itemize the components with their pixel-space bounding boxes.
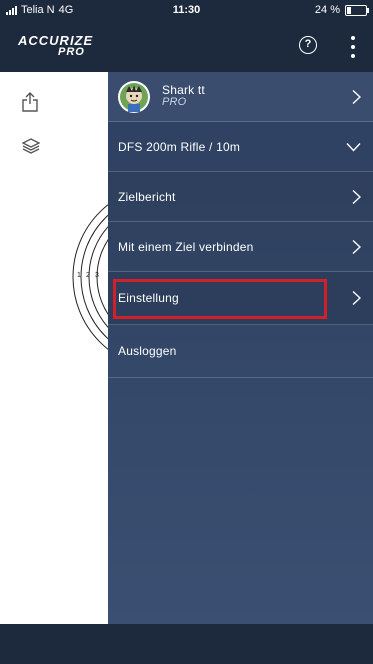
profile-tier: PRO — [162, 96, 187, 109]
menu-item-zielbericht[interactable]: Zielbericht — [108, 172, 373, 222]
chevron-right-icon — [352, 189, 361, 204]
menu-item-label: Mit einem Ziel verbinden — [118, 239, 254, 254]
chevron-right-icon — [352, 239, 361, 254]
target-rings: 1 2 3 — [72, 204, 108, 350]
side-drawer: Shark tt PRO DFS 200m Rifle / 10m Zielbe… — [108, 72, 373, 624]
discipline-label: DFS 200m Rifle / 10m — [118, 139, 241, 154]
bottom-bar — [0, 624, 373, 664]
ring-label-3: 3 — [95, 272, 99, 279]
menu-item-label: Zielbericht — [118, 189, 176, 204]
battery-percent: 24 % — [314, 4, 340, 16]
app-logo: ACCURIZE PRO — [18, 34, 93, 58]
status-bar: Telia N 4G 11:30 24 % — [0, 0, 373, 22]
question-circle-icon[interactable]: ? — [299, 36, 317, 54]
target-view-panel: 1 2 3 — [0, 72, 108, 624]
app-header: ACCURIZE PRO ? — [0, 22, 373, 72]
share-icon[interactable] — [22, 92, 38, 117]
chevron-right-icon — [352, 290, 361, 306]
chevron-right-icon — [352, 89, 361, 104]
battery-icon — [345, 4, 369, 16]
menu-item-ausloggen[interactable]: Ausloggen — [108, 325, 373, 378]
ring-label-2: 2 — [86, 272, 90, 279]
menu-item-label: Ausloggen — [118, 344, 177, 358]
profile-text: Shark tt PRO — [162, 84, 205, 108]
profile-row[interactable]: Shark tt PRO — [108, 72, 373, 122]
discipline-selector[interactable]: DFS 200m Rifle / 10m — [108, 122, 373, 172]
menu-item-einstellung[interactable]: Einstellung — [108, 272, 373, 325]
logo-bottom-text: PRO — [58, 46, 85, 58]
ring-label-1: 1 — [77, 272, 81, 279]
layers-icon[interactable] — [21, 138, 41, 159]
status-right: 24 % — [314, 4, 369, 16]
highlight-box — [113, 279, 327, 319]
menu-item-connect-target[interactable]: Mit einem Ziel verbinden — [108, 222, 373, 272]
avatar — [118, 80, 150, 113]
chevron-down-icon — [346, 142, 361, 151]
vertical-dots-icon[interactable] — [348, 36, 358, 58]
